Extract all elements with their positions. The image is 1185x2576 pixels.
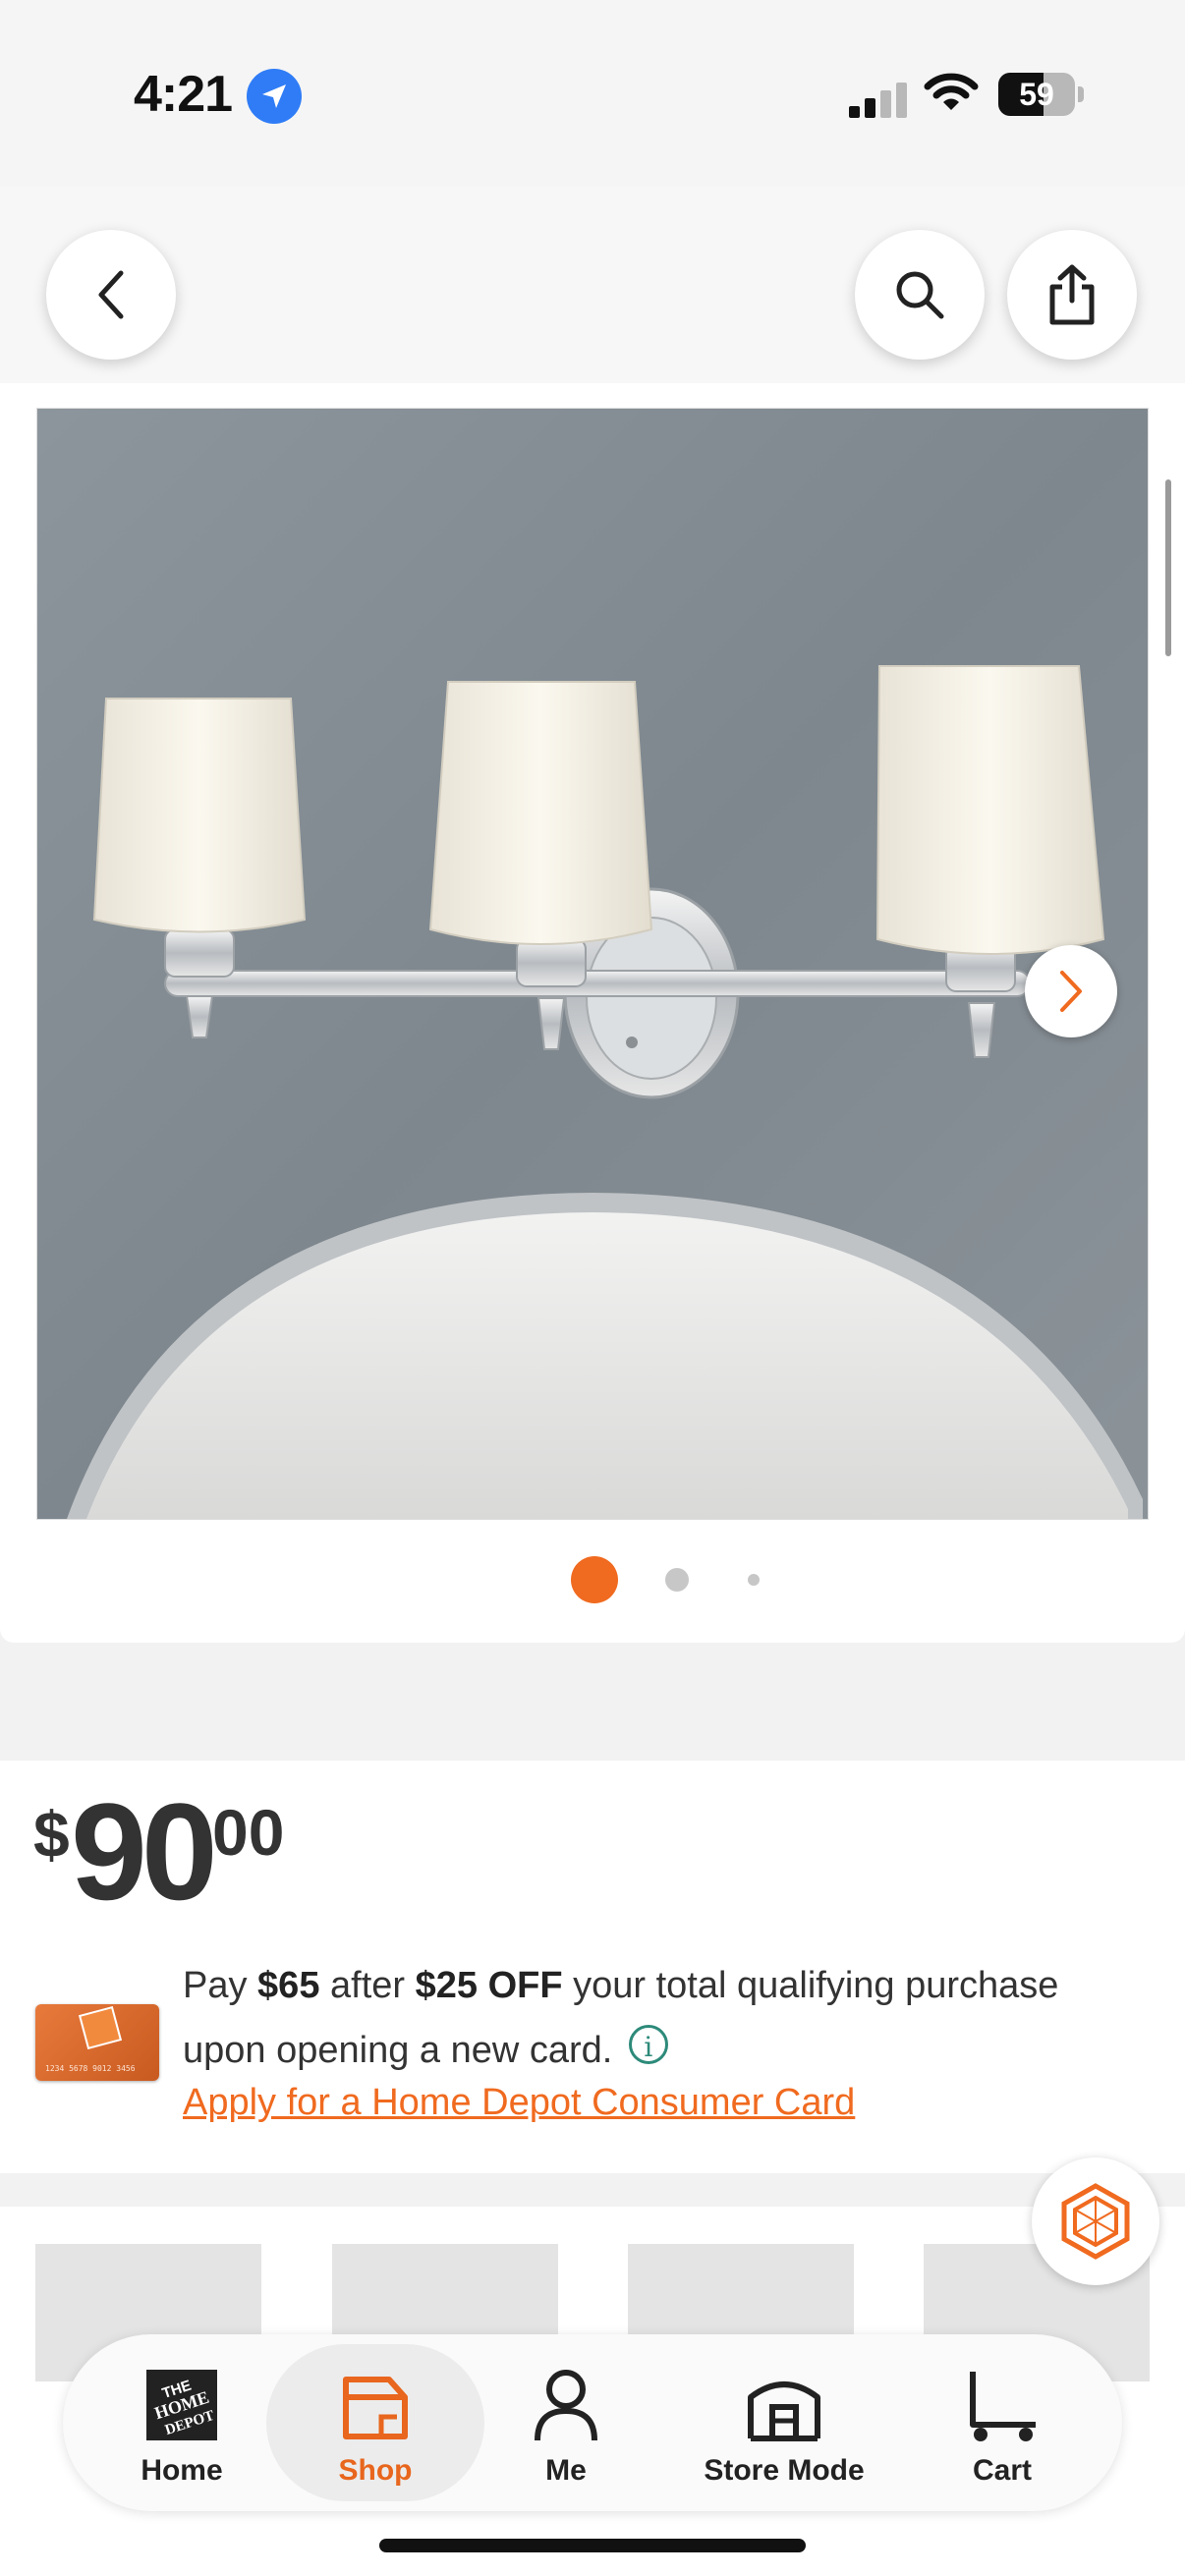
search-button[interactable] — [855, 230, 985, 360]
back-button[interactable] — [46, 230, 176, 360]
hexagon-assistant-icon — [1061, 2183, 1130, 2260]
info-icon[interactable]: i — [628, 2025, 668, 2064]
home-indicator[interactable] — [379, 2539, 806, 2552]
tab-label: Me — [545, 2454, 587, 2487]
share-icon — [1049, 264, 1095, 325]
pagination-dot[interactable] — [748, 1574, 760, 1586]
credit-card-image: 1234 5678 9012 3456 — [35, 2004, 159, 2081]
location-arrow-icon — [247, 69, 302, 124]
card-number: 1234 5678 9012 3456 — [45, 2064, 136, 2073]
tab-store-mode[interactable]: Store Mode — [688, 2344, 880, 2501]
status-time: 4:21 — [134, 66, 233, 123]
pagination-dot[interactable] — [665, 1568, 689, 1592]
gallery-pagination — [0, 1554, 1185, 1605]
apply-card-link[interactable]: Apply for a Home Depot Consumer Card — [183, 2082, 855, 2124]
wifi-icon — [924, 73, 979, 110]
cart-icon — [970, 2372, 1036, 2441]
promo-discount: $25 OFF — [415, 1965, 563, 2006]
home-depot-logo-icon: THE HOME DEPOT — [146, 2370, 217, 2440]
tab-label: Store Mode — [704, 2454, 865, 2487]
person-icon — [535, 2370, 597, 2441]
promo-amount: $65 — [257, 1965, 320, 2006]
promo-text: Pay $65 after $25 OFF your total qualify… — [183, 1965, 1059, 2071]
tab-me[interactable]: Me — [507, 2344, 625, 2501]
status-bar: 4:21 59 — [0, 0, 1185, 187]
battery-level: 59 — [1019, 77, 1054, 112]
tab-label: Cart — [972, 2454, 1032, 2487]
pagination-dot-active[interactable] — [571, 1556, 618, 1603]
scroll-indicator[interactable] — [1165, 479, 1171, 656]
store-icon — [748, 2381, 820, 2441]
price-cents: 00 — [212, 1796, 285, 1869]
tab-cart[interactable]: Cart — [943, 2344, 1061, 2501]
chevron-left-icon — [98, 270, 124, 319]
shop-icon — [343, 2377, 408, 2439]
search-icon — [896, 271, 944, 319]
tab-label: Home — [141, 2454, 223, 2487]
tab-label: Shop — [338, 2454, 413, 2487]
tab-home[interactable]: THE HOME DEPOT Home — [118, 2344, 246, 2501]
price-dollars: 90 — [71, 1774, 218, 1929]
chat-assistant-button[interactable] — [1032, 2157, 1159, 2285]
chevron-right-icon — [1060, 971, 1082, 1012]
share-button[interactable] — [1007, 230, 1137, 360]
tab-shop[interactable]: Shop — [266, 2344, 484, 2501]
cellular-signal-icon — [849, 79, 908, 118]
vanity-light-photo — [37, 409, 1148, 1519]
product-image[interactable] — [36, 408, 1149, 1520]
price-currency: $ — [33, 1798, 70, 1871]
next-image-button[interactable] — [1025, 945, 1117, 1037]
home-depot-logo-icon — [78, 2005, 123, 2050]
battery-icon: 59 — [998, 73, 1075, 116]
